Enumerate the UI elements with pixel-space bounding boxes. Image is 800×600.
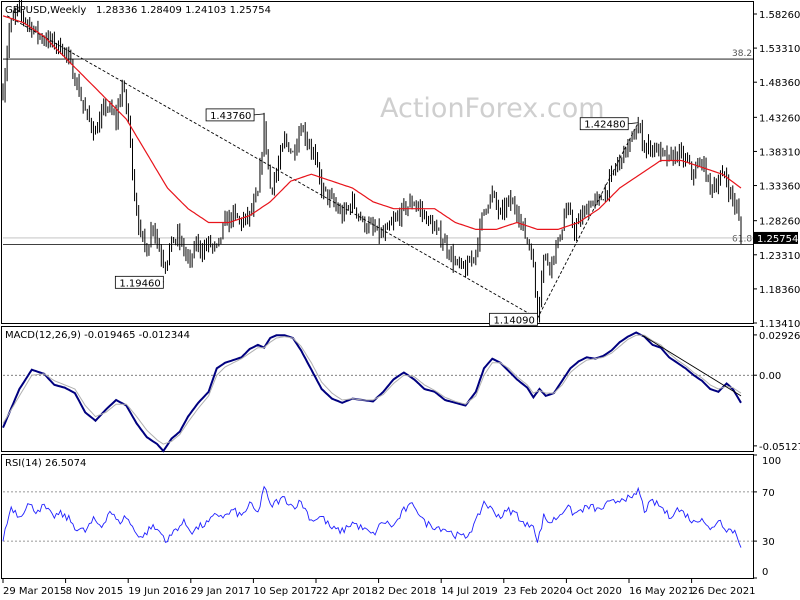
- price-axis-label: 1.58260: [759, 10, 800, 21]
- date-axis-label: 10 Sep 2017: [253, 586, 316, 597]
- macd-axis-label: 0.00: [759, 371, 781, 382]
- chart-symbol: GBPUSD,Weekly: [5, 5, 86, 16]
- date-axis-label: 26 Dec 2021: [692, 586, 756, 597]
- price-axis-label: 1.43260: [759, 113, 800, 124]
- price-axis-label: 1.28260: [759, 217, 800, 228]
- rsi-axis-label: 30: [762, 537, 775, 548]
- date-axis-label: 19 Jun 2016: [128, 586, 188, 597]
- price-axis-label: 1.13410: [759, 319, 800, 330]
- macd-title: MACD(12,26,9) -0.019465 -0.012344: [5, 330, 190, 341]
- price-panel[interactable]: [1, 1, 754, 324]
- annotation-label: 1.19460: [119, 278, 160, 289]
- price-axis-label: 1.33360: [759, 182, 800, 193]
- watermark: ActionForex.com: [380, 93, 605, 124]
- current-price-label: 1.25754: [757, 234, 798, 245]
- rsi-axis-label: 100: [762, 456, 781, 467]
- fib-level-label: 38.2: [732, 49, 752, 59]
- date-axis-label: 23 Feb 2020: [504, 586, 566, 597]
- rsi-axis-label: 70: [762, 488, 775, 499]
- date-axis-label: 22 Apr 2018: [316, 586, 378, 597]
- chart-ohlc: 1.28336 1.28409 1.24103 1.25754: [96, 5, 271, 16]
- annotation-label: 1.43760: [210, 111, 251, 122]
- date-axis-label: 29 Jan 2017: [191, 586, 251, 597]
- annotation-label: 1.42480: [584, 120, 625, 131]
- price-axis-label: 1.48360: [759, 78, 800, 89]
- date-axis-label: 8 Nov 2015: [66, 586, 124, 597]
- fib-level-label: 61.8: [732, 234, 752, 244]
- date-axis-label: 14 Jul 2019: [441, 586, 498, 597]
- macd-axis-label: 0.029261: [759, 331, 800, 342]
- rsi-axis-label: 0: [762, 567, 768, 578]
- macd-axis-label: -0.051279: [759, 442, 800, 453]
- price-axis-label: 1.53310: [759, 44, 800, 55]
- macd-panel[interactable]: [1, 326, 754, 452]
- chart-canvas: ActionForex.com 38.2 61.8 1.43760 1.19460 1.…: [1, 0, 800, 597]
- date-axis-label: 16 May 2021: [629, 586, 694, 597]
- date-axis-label: 29 Mar 2015: [3, 586, 66, 597]
- annotation-label: 1.14090: [493, 315, 534, 326]
- date-axis-label: 2 Dec 2018: [379, 586, 437, 597]
- date-axis-label: 4 Oct 2020: [566, 586, 621, 597]
- price-axis-label: 1.18360: [759, 285, 800, 296]
- price-axis-label: 1.38310: [759, 147, 800, 158]
- rsi-title: RSI(14) 26.5074: [5, 458, 86, 469]
- rsi-panel[interactable]: [1, 454, 754, 579]
- price-axis-label: 1.23310: [759, 251, 800, 262]
